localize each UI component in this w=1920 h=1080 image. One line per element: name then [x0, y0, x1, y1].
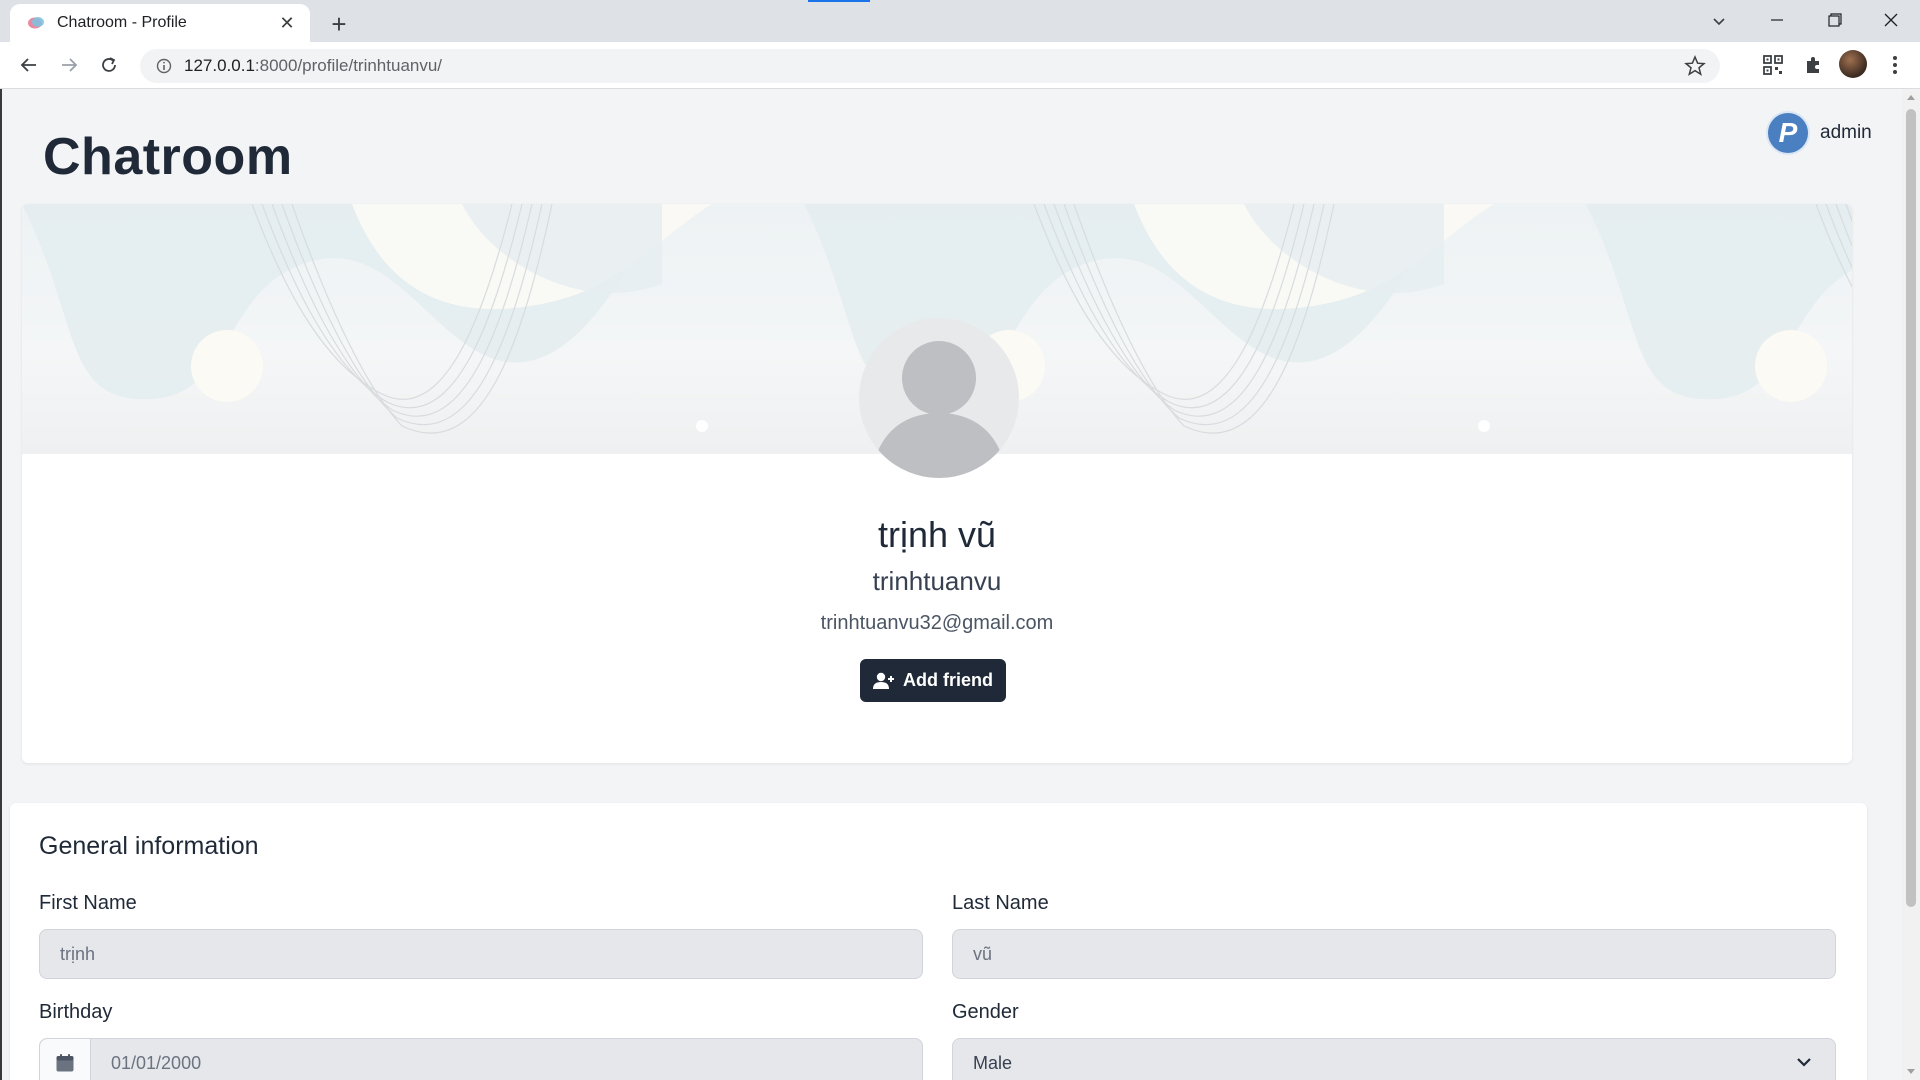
profile-email: trinhtuanvu32@gmail.com [820, 612, 1054, 634]
tab-search-icon[interactable] [1704, 6, 1734, 36]
first-name-value: trịnh [60, 943, 96, 964]
browser-menu-icon[interactable] [1878, 48, 1912, 82]
default-user-icon [871, 341, 1007, 478]
browser-toolbar: 127.0.0.1:8000/profile/trinhtuanvu/ [0, 42, 1920, 89]
close-window-icon[interactable] [1862, 0, 1920, 40]
back-arrow-icon[interactable] [12, 48, 46, 82]
address-bar[interactable]: 127.0.0.1:8000/profile/trinhtuanvu/ [140, 49, 1720, 83]
site-info-icon[interactable] [156, 58, 172, 74]
gender-select[interactable]: Male [952, 1038, 1836, 1080]
browser-tab-strip: Chatroom - Profile ✕ + [0, 0, 1920, 42]
reload-icon[interactable] [92, 48, 126, 82]
general-info-title: General information [39, 832, 259, 860]
birthday-field[interactable]: 01/01/2000 [39, 1038, 923, 1080]
chevron-down-icon [1797, 1058, 1811, 1067]
first-name-label: First Name [39, 892, 137, 914]
user-plus-icon [873, 672, 894, 689]
chat-favicon-icon [28, 17, 44, 29]
last-name-value: vũ [973, 943, 993, 964]
profile-card: trịnh vũ trinhtuanvu trinhtuanvu32@gmail… [22, 204, 1852, 763]
minimize-icon[interactable] [1748, 0, 1806, 40]
profile-username: trinhtuanvu [872, 566, 1002, 596]
last-name-label: Last Name [952, 892, 1049, 914]
url-path: :8000/profile/trinhtuanvu/ [254, 56, 443, 75]
tab-close-icon[interactable]: ✕ [276, 12, 298, 34]
add-friend-label: Add friend [903, 670, 993, 690]
profile-display-name: trịnh vũ [877, 514, 997, 555]
user-menu[interactable]: P admin [1768, 113, 1872, 153]
url-host: 127.0.0.1 [184, 56, 255, 75]
browser-profile-avatar[interactable] [1839, 50, 1867, 78]
user-name[interactable]: admin [1820, 122, 1872, 144]
browser-tab[interactable]: Chatroom - Profile ✕ [10, 4, 310, 42]
page-content: Chatroom P admin trịnh vũ trinhtuanvu tr… [0, 89, 1902, 1080]
tab-title: Chatroom - Profile [57, 14, 187, 31]
birthday-value: 01/01/2000 [111, 1052, 202, 1073]
brand-title[interactable]: Chatroom [43, 127, 293, 187]
first-name-field[interactable]: trịnh [39, 929, 923, 979]
restore-icon[interactable] [1806, 0, 1864, 40]
url-text: 127.0.0.1:8000/profile/trinhtuanvu/ [184, 56, 442, 76]
add-friend-button[interactable]: Add friend [860, 659, 1006, 702]
qr-code-icon[interactable] [1756, 48, 1790, 82]
bookmark-star-icon[interactable] [1684, 55, 1706, 77]
tab-loading-indicator [808, 0, 870, 2]
extensions-puzzle-icon[interactable] [1796, 48, 1830, 82]
forward-arrow-icon[interactable] [52, 48, 86, 82]
gender-label: Gender [952, 1001, 1019, 1023]
birthday-label: Birthday [39, 1001, 113, 1023]
general-info-card: General information First Name trịnh Las… [10, 803, 1867, 1080]
scrollbar-thumb[interactable] [1906, 109, 1916, 907]
last-name-field[interactable]: vũ [952, 929, 1836, 979]
calendar-icon[interactable] [40, 1039, 91, 1080]
new-tab-button[interactable]: + [324, 9, 354, 39]
profile-avatar [859, 318, 1019, 478]
scroll-down-arrow-icon[interactable] [1907, 1069, 1915, 1074]
page-scrollbar[interactable] [1902, 89, 1920, 1080]
gender-value: Male [973, 1052, 1013, 1073]
scroll-up-arrow-icon[interactable] [1907, 95, 1915, 100]
user-avatar[interactable]: P [1768, 113, 1808, 153]
